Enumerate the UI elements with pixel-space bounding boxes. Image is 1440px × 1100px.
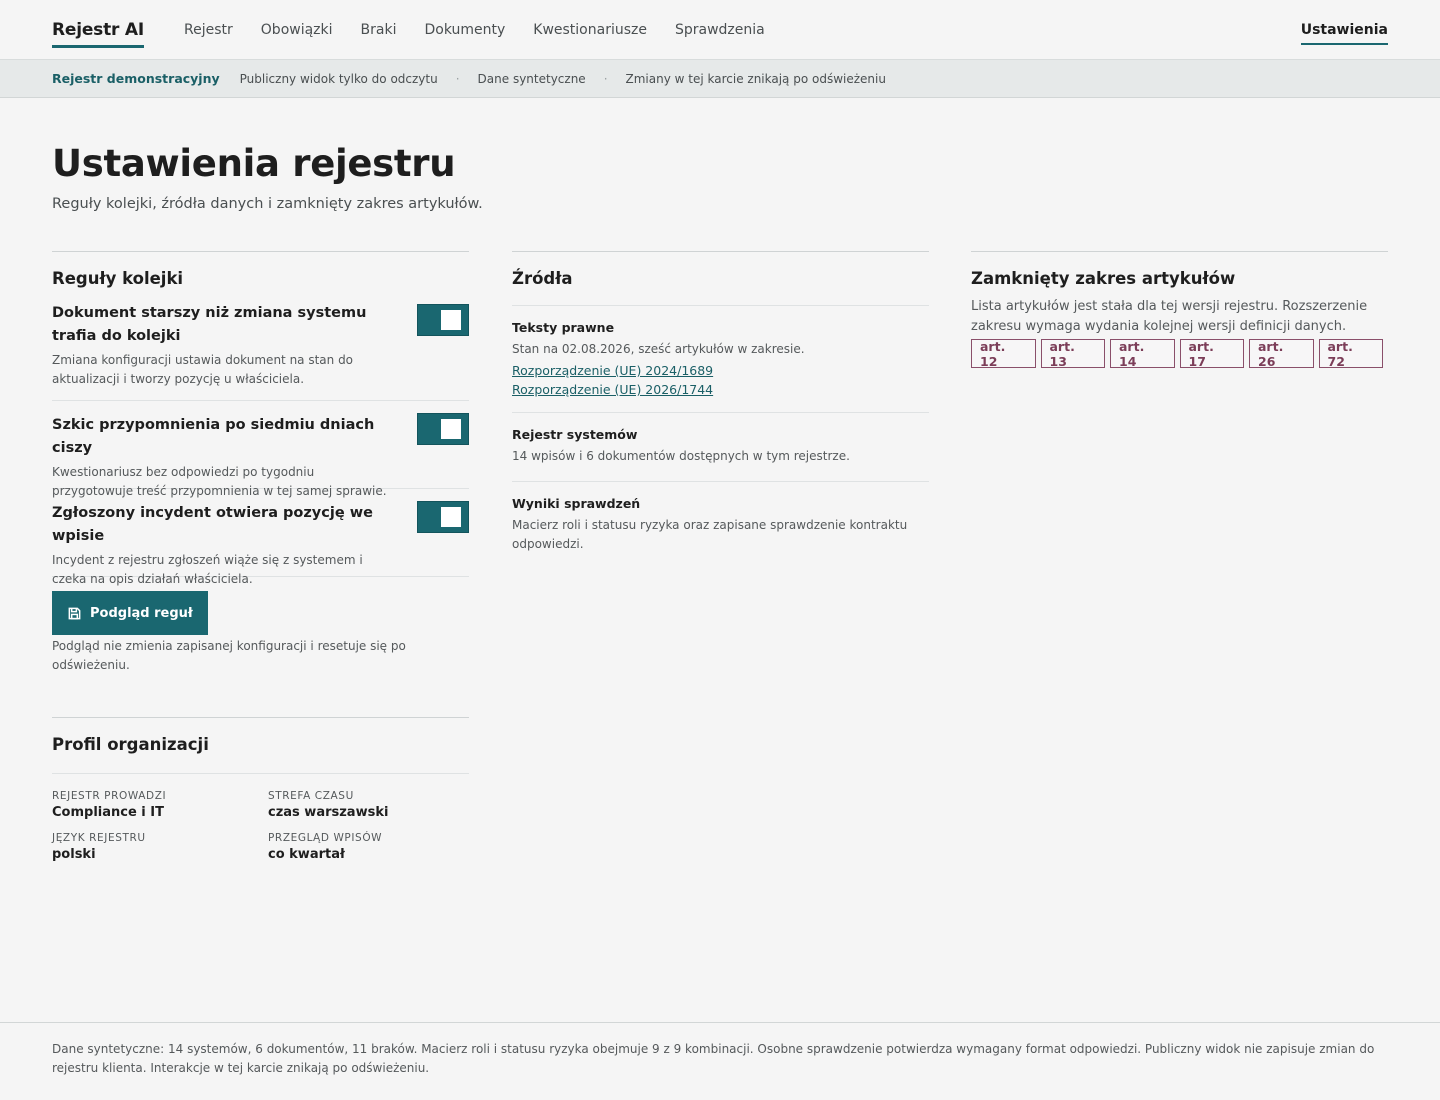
organization-profile-section: Profil organizacji Rejestr prowadzi Comp… xyxy=(52,717,469,862)
nav-link-ustawienia[interactable]: Ustawienia xyxy=(1300,22,1388,45)
section-title-articles: Zamknięty zakres artykułów xyxy=(971,269,1236,288)
article-chip: art. 13 xyxy=(1040,339,1105,369)
regulation-link-2026-1744[interactable]: Rozporządzenie (UE) 2026/1744 xyxy=(512,382,929,397)
queue-rules-section: Reguły kolejki Dokument starszy niż zmia… xyxy=(52,251,469,675)
nav-link-obowiazki[interactable]: Obowiązki xyxy=(261,22,333,38)
field-value: polski xyxy=(52,847,96,862)
banner-separator: · xyxy=(603,71,608,86)
regulation-link-2024-1689[interactable]: Rozporządzenie (UE) 2024/1689 xyxy=(512,363,929,378)
profile-field: Strefa czasu czas warszawski xyxy=(268,790,469,820)
source-system-registry: Rejestr systemów 14 wpisów i 6 dokumentó… xyxy=(512,412,929,481)
brand-logo[interactable]: Rejestr AI xyxy=(52,20,144,48)
field-label: Przegląd wpisów xyxy=(268,832,383,844)
rule-item: Zgłoszony incydent otwiera pozycję we wp… xyxy=(52,489,469,586)
article-chip: art. 26 xyxy=(1249,339,1314,369)
profile-field: Przegląd wpisów co kwartał xyxy=(268,832,469,862)
field-label: Język rejestru xyxy=(52,832,146,844)
source-title: Teksty prawne xyxy=(512,320,615,335)
rule-item: Dokument starszy niż zmiana systemu traf… xyxy=(52,302,469,401)
rule-title: Dokument starszy niż zmiana systemu traf… xyxy=(52,305,367,344)
field-value: Compliance i IT xyxy=(52,805,164,820)
demo-banner: Rejestr demonstracyjny Publiczny widok t… xyxy=(0,60,1440,98)
source-title: Wyniki sprawdzeń xyxy=(512,496,641,511)
section-title-sources: Źródła xyxy=(512,269,573,288)
source-check-results: Wyniki sprawdzeń Macierz roli i statusu … xyxy=(512,481,929,569)
article-chip: art. 14 xyxy=(1110,339,1175,369)
profile-fields: Rejestr prowadzi Compliance i IT Strefa … xyxy=(52,773,469,862)
page-subtitle: Reguły kolejki, źródła danych i zamknięt… xyxy=(52,196,483,212)
section-title-profile: Profil organizacji xyxy=(52,735,209,754)
article-chips: art. 12 art. 13 art. 14 art. 17 art. 26 … xyxy=(971,339,1388,369)
profile-field: Język rejestru polski xyxy=(52,832,268,862)
profile-field: Rejestr prowadzi Compliance i IT xyxy=(52,790,268,820)
banner-item-synthetic: Dane syntetyczne xyxy=(477,71,586,86)
source-title: Rejestr systemów xyxy=(512,427,638,442)
section-title-rules: Reguły kolejki xyxy=(52,269,184,288)
nav-link-kwestionariusze[interactable]: Kwestionariusze xyxy=(533,22,647,38)
articles-section: Zamknięty zakres artykułów Lista artykuł… xyxy=(971,251,1388,369)
rule-toggle-1[interactable] xyxy=(417,304,469,336)
source-description: Stan na 02.08.2026, sześć artykułów w za… xyxy=(512,342,805,356)
rule-toggle-2[interactable] xyxy=(417,413,469,445)
main-nav: Rejestr Obowiązki Braki Dokumenty Kwesti… xyxy=(184,22,793,38)
nav-right: Ustawienia xyxy=(1300,14,1388,45)
source-legal-texts: Teksty prawne Stan na 02.08.2026, sześć … xyxy=(512,305,929,412)
article-chip: art. 17 xyxy=(1179,339,1244,369)
rule-toggle-3[interactable] xyxy=(417,501,469,533)
banner-title: Rejestr demonstracyjny xyxy=(52,71,220,86)
preview-rules-button[interactable]: Podgląd reguł xyxy=(52,591,208,635)
sources-section: Źródła Teksty prawne Stan na 02.08.2026,… xyxy=(512,251,929,569)
field-label: Rejestr prowadzi xyxy=(52,790,167,802)
page-title: Ustawienia rejestru xyxy=(52,142,456,185)
rule-title: Szkic przypomnienia po siedmiu dniach ci… xyxy=(52,417,375,456)
rule-title: Zgłoszony incydent otwiera pozycję we wp… xyxy=(52,505,373,544)
rule-description: Incydent z rejestru zgłoszeń wiąże się z… xyxy=(52,553,363,586)
source-description: 14 wpisów i 6 dokumentów dostępnych w ty… xyxy=(512,449,850,463)
nav-link-sprawdzenia[interactable]: Sprawdzenia xyxy=(675,22,765,38)
save-icon xyxy=(68,607,81,619)
banner-item-reset: Zmiany w tej karcie znikają po odświeżen… xyxy=(625,71,886,86)
banner-separator: · xyxy=(455,71,460,86)
footer-text: Dane syntetyczne: 14 systemów, 6 dokumen… xyxy=(52,1042,1375,1075)
rule-description: Zmiana konfiguracji ustawia dokument na … xyxy=(52,353,354,386)
rule-item: Szkic przypomnienia po siedmiu dniach ci… xyxy=(52,401,469,498)
nav-link-rejestr[interactable]: Rejestr xyxy=(184,22,233,38)
page-header: Ustawienia rejestru Reguły kolejki, źród… xyxy=(52,142,952,212)
field-value: co kwartał xyxy=(268,847,345,862)
banner-item-readonly: Publiczny widok tylko do odczytu xyxy=(239,71,438,86)
articles-description: Lista artykułów jest stała dla tej wersj… xyxy=(971,299,1368,334)
nav-link-braki[interactable]: Braki xyxy=(361,22,397,38)
article-chip: art. 72 xyxy=(1318,339,1383,369)
top-navigation: Rejestr AI Rejestr Obowiązki Braki Dokum… xyxy=(0,0,1440,60)
article-chip: art. 12 xyxy=(971,339,1036,369)
preview-area: Podgląd reguł Podgląd nie zmienia zapisa… xyxy=(52,591,469,675)
field-value: czas warszawski xyxy=(268,805,389,820)
preview-button-label: Podgląd reguł xyxy=(90,605,193,621)
page-footer: Dane syntetyczne: 14 systemów, 6 dokumen… xyxy=(0,1022,1440,1100)
nav-link-dokumenty[interactable]: Dokumenty xyxy=(424,22,505,38)
field-label: Strefa czasu xyxy=(268,790,354,802)
source-description: Macierz roli i statusu ryzyka oraz zapis… xyxy=(512,518,908,551)
preview-note: Podgląd nie zmienia zapisanej konfigurac… xyxy=(52,639,406,672)
